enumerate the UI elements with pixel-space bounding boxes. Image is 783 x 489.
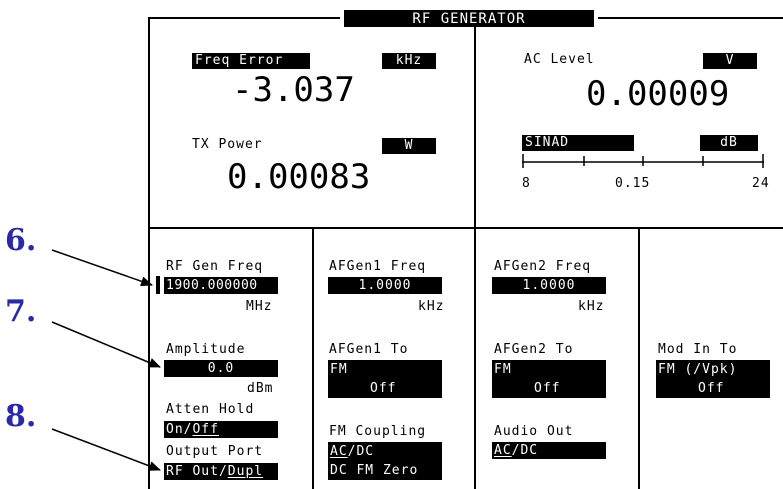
arrow-6 bbox=[51, 249, 153, 287]
callout-arrows bbox=[51, 249, 161, 471]
arrow-7 bbox=[51, 321, 161, 368]
arrow-8 bbox=[51, 428, 161, 471]
